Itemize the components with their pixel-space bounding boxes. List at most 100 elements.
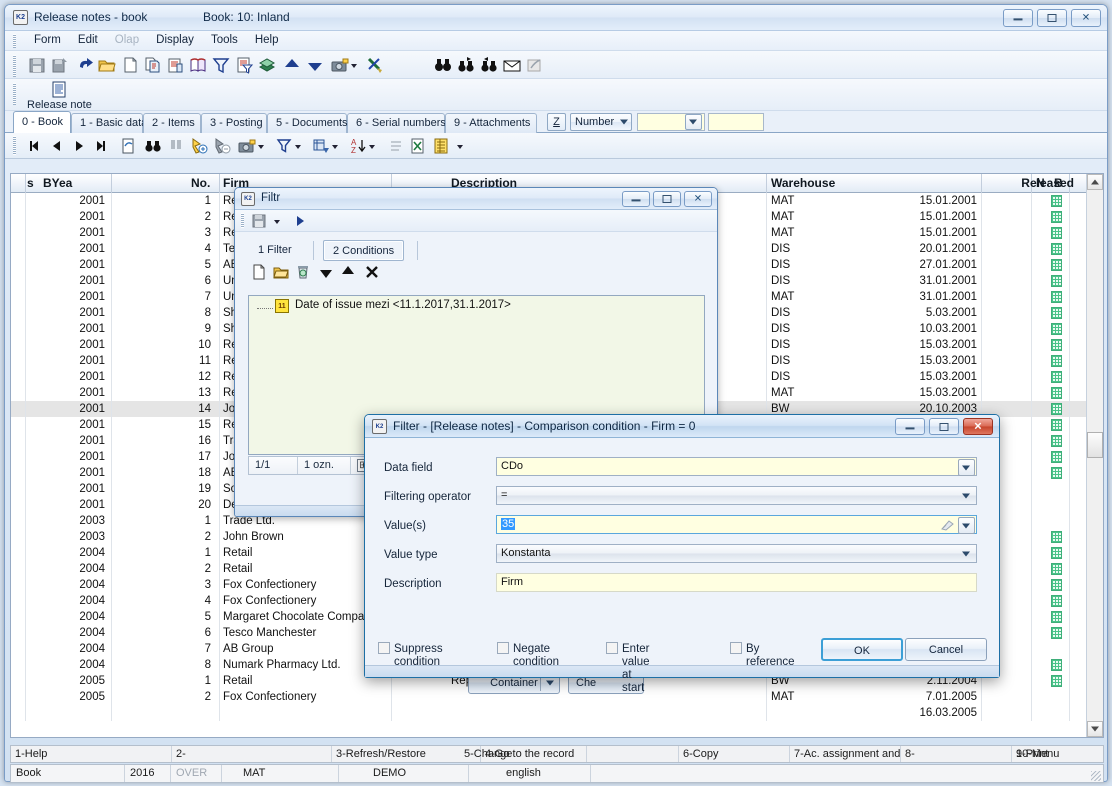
run-icon[interactable] xyxy=(293,213,307,229)
tab-basic-data[interactable]: 1 - Basic data xyxy=(71,113,143,133)
grid-toolbar-grip[interactable] xyxy=(13,136,16,155)
report-icon[interactable] xyxy=(431,136,451,156)
filter-icon[interactable] xyxy=(274,136,294,156)
filtering-operator-select[interactable]: = xyxy=(496,486,977,505)
z-button[interactable]: Z xyxy=(547,113,566,131)
filtr-tab-filter[interactable]: 1 Filter xyxy=(249,240,301,261)
save-icon[interactable] xyxy=(27,55,47,75)
open-icon[interactable] xyxy=(273,264,289,280)
enter-value-at-start-checkbox[interactable] xyxy=(606,642,618,654)
menu-display[interactable]: Display xyxy=(149,31,201,46)
fn-ac-assign[interactable]: 7-Ac. assignment and xyxy=(790,746,900,762)
fn-refresh[interactable]: 3-Refresh/Restore xyxy=(332,746,480,762)
toolbar-grip[interactable] xyxy=(13,55,16,77)
negate-condition-checkbox[interactable] xyxy=(497,642,509,654)
prev-record-icon[interactable] xyxy=(47,136,67,156)
col-header-s[interactable]: s xyxy=(27,176,34,190)
filtr-maximize-button[interactable] xyxy=(653,191,681,207)
open-folder-icon[interactable] xyxy=(97,55,117,75)
refresh-icon[interactable] xyxy=(118,136,138,156)
new-icon[interactable] xyxy=(251,264,267,280)
description-input[interactable]: Firm xyxy=(496,573,977,592)
dialog-minimize-button[interactable] xyxy=(895,418,925,435)
move-down-icon[interactable] xyxy=(319,264,333,280)
camera-dropdown-arrow-icon[interactable] xyxy=(349,55,359,75)
fn-2[interactable]: 2- xyxy=(172,746,331,762)
doc-filter-icon[interactable] xyxy=(234,55,254,75)
move-up-icon[interactable] xyxy=(341,264,355,280)
save-icon[interactable] xyxy=(251,213,267,229)
snapshot-dropdown-icon[interactable] xyxy=(256,136,266,156)
grid-vertical-scrollbar[interactable] xyxy=(1086,174,1103,737)
tab-items[interactable]: 2 - Items xyxy=(143,113,201,133)
menu-form[interactable]: Form xyxy=(27,31,68,46)
binoculars-icon[interactable] xyxy=(433,55,453,75)
dialog-close-button[interactable]: ✕ xyxy=(963,418,993,435)
values-input[interactable]: 35 xyxy=(496,515,977,534)
fn-menu[interactable]: 10-Menu xyxy=(1012,746,1104,762)
by-reference-checkbox[interactable] xyxy=(730,642,742,654)
sort-az-icon[interactable]: AZ xyxy=(348,136,368,156)
cancel-button[interactable]: Cancel xyxy=(905,638,987,661)
copy-doc-icon[interactable] xyxy=(142,55,162,75)
last-record-icon[interactable] xyxy=(91,136,111,156)
snapshot-icon[interactable] xyxy=(237,136,257,156)
tab-serial-numbers[interactable]: 6 - Serial numbers xyxy=(347,113,445,133)
first-record-icon[interactable] xyxy=(25,136,45,156)
tab-attachments[interactable]: 9 - Attachments xyxy=(445,113,537,133)
condition-item[interactable]: Date of issue mezi <11.1.2017,31.1.2017> xyxy=(295,299,511,311)
tab-book[interactable]: 0 - Book xyxy=(13,111,71,133)
menu-help[interactable]: Help xyxy=(248,31,286,46)
value-type-select[interactable]: Konstanta xyxy=(496,544,977,563)
add-record-icon[interactable] xyxy=(189,136,209,156)
arrow-down-icon[interactable] xyxy=(305,55,325,75)
col-header-warehouse[interactable]: Warehouse xyxy=(771,176,835,190)
menubar-grip[interactable] xyxy=(13,34,16,48)
scroll-down-button[interactable] xyxy=(1087,721,1103,737)
filtr-tab-conditions[interactable]: 2 Conditions xyxy=(323,240,404,261)
dialog-maximize-button[interactable] xyxy=(929,418,959,435)
delete-record-icon[interactable] xyxy=(212,136,232,156)
paste-doc-icon[interactable] xyxy=(165,55,185,75)
data-field-input[interactable]: CDo xyxy=(496,457,977,476)
filter-dropdown-icon[interactable] xyxy=(293,136,303,156)
trash-icon[interactable] xyxy=(295,264,311,280)
filtr-minimize-button[interactable] xyxy=(622,191,650,207)
release-note-icon[interactable] xyxy=(49,81,69,99)
resize-grip[interactable] xyxy=(1091,771,1101,781)
col-header-b[interactable]: B xyxy=(1054,176,1063,190)
save-dropdown-arrow-icon[interactable] xyxy=(271,213,283,229)
scroll-up-button[interactable] xyxy=(1087,174,1103,190)
mail-icon[interactable] xyxy=(502,55,522,75)
minimize-button[interactable] xyxy=(1003,9,1033,27)
binoculars-next-icon[interactable] xyxy=(456,55,476,75)
filter-funnel-icon[interactable] xyxy=(211,55,231,75)
table-row[interactable]: 16.03.2005 xyxy=(11,705,1103,721)
maximize-button[interactable] xyxy=(1037,9,1067,27)
layers-icon[interactable] xyxy=(257,55,277,75)
col-header-no[interactable]: No. xyxy=(191,176,210,190)
columns-icon[interactable] xyxy=(311,136,331,156)
tab-posting[interactable]: 3 - Posting xyxy=(201,113,267,133)
filtr-toolbar-grip[interactable] xyxy=(241,213,244,228)
delete-x-icon[interactable] xyxy=(365,264,379,280)
menu-tools[interactable]: Tools xyxy=(204,31,245,46)
col-header-n[interactable]: N xyxy=(1036,176,1045,190)
ok-button[interactable]: OK xyxy=(821,638,903,661)
search-field[interactable] xyxy=(708,113,764,131)
tab-documents[interactable]: 5 - Documents xyxy=(267,113,347,133)
link-break-icon[interactable] xyxy=(365,55,385,75)
arrow-up-icon[interactable] xyxy=(282,55,302,75)
lookup-dropdown-button[interactable] xyxy=(685,114,702,130)
camera-icon[interactable] xyxy=(330,55,350,75)
menu-edit[interactable]: Edit xyxy=(71,31,105,46)
suppress-condition-checkbox[interactable] xyxy=(378,642,390,654)
pick-value-icon[interactable] xyxy=(940,518,955,532)
fn-help[interactable]: 1-Help xyxy=(11,746,171,762)
book-icon[interactable] xyxy=(188,55,208,75)
columns-dropdown-icon[interactable] xyxy=(330,136,340,156)
scroll-thumb[interactable] xyxy=(1087,432,1103,458)
export-excel-icon[interactable] xyxy=(408,136,428,156)
values-dropdown-button[interactable] xyxy=(958,517,975,534)
save-lock-icon[interactable] xyxy=(50,55,70,75)
